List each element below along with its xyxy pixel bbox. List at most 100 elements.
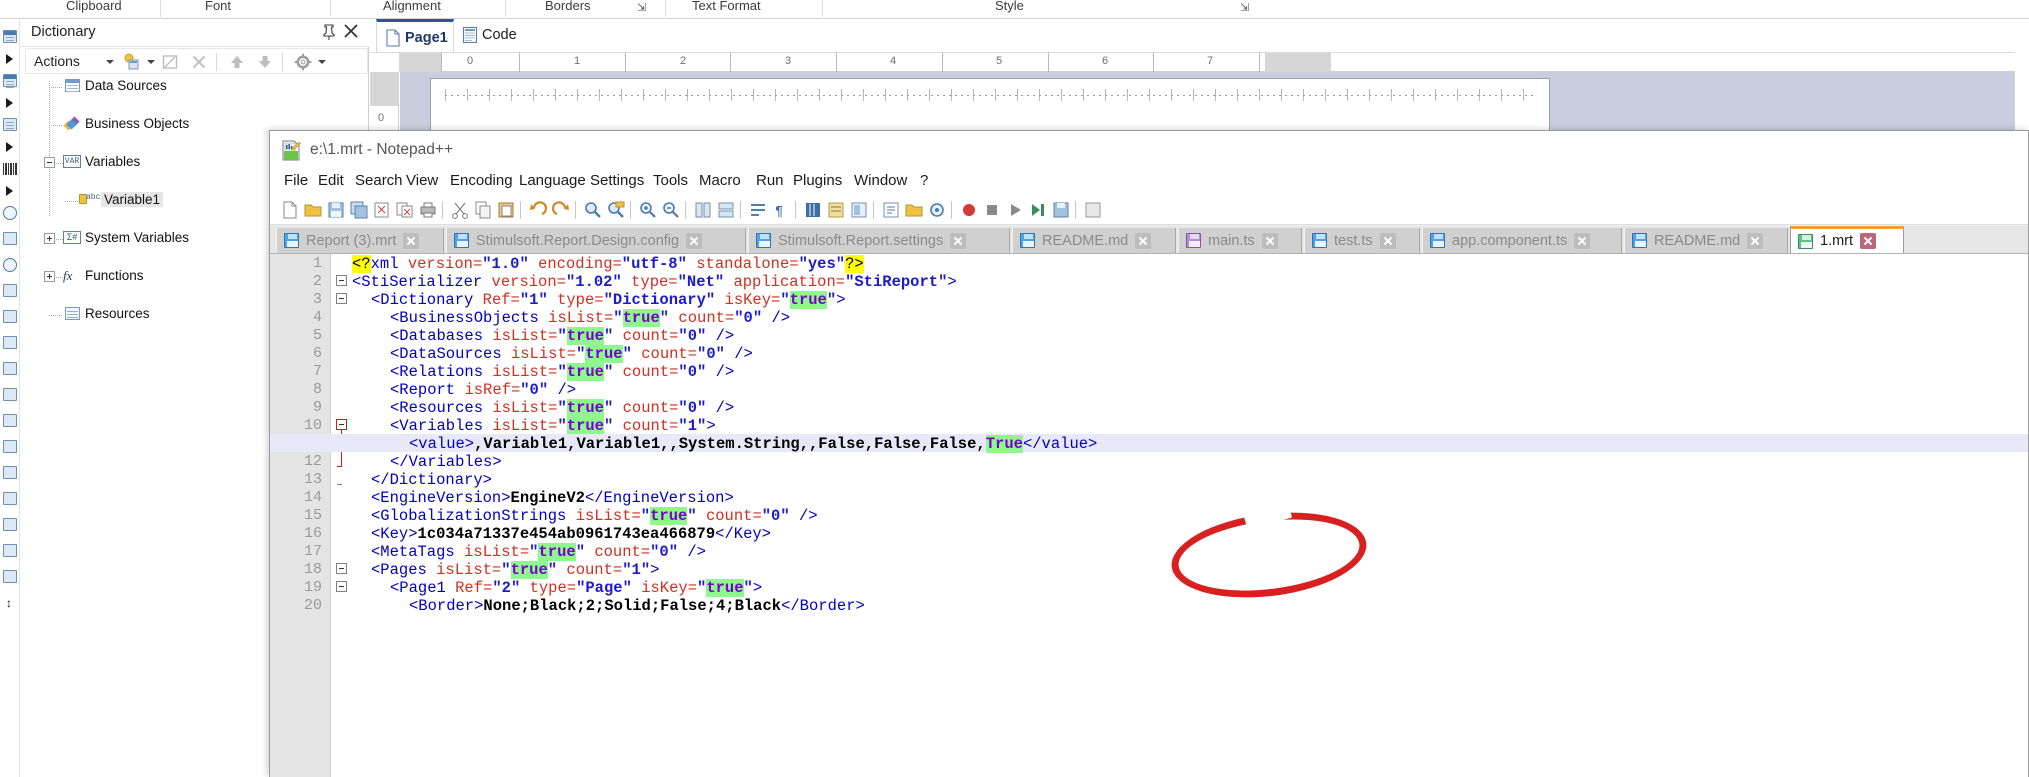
expand-group-3-icon[interactable] [2,139,18,155]
hierarchical-band-icon[interactable] [2,543,18,559]
find-icon[interactable] [583,200,603,220]
expand-group-4-icon[interactable] [2,183,18,199]
new-file-icon[interactable] [280,200,300,220]
tab-page1[interactable]: Page1 [376,19,454,52]
image-icon[interactable] [2,309,18,325]
chart-icon[interactable] [2,231,18,247]
menu-macro[interactable]: Macro [699,172,741,189]
show-all-chars-icon[interactable]: ¶ [771,200,791,220]
table-icon[interactable] [2,413,18,429]
menu-edit[interactable]: Edit [318,172,344,189]
barcode-icon[interactable] [2,161,18,177]
tree-item-data-sources[interactable]: Data Sources [21,77,369,96]
zipcode-icon[interactable] [2,465,18,481]
expand-system-variables-icon[interactable] [44,233,55,244]
fold-margin[interactable] [330,254,352,777]
play-multiple-macro-icon[interactable] [1028,200,1048,220]
close-file-icon[interactable] [372,200,392,220]
rich-text-icon[interactable] [2,117,18,133]
menu-help[interactable]: ? [920,172,928,189]
undo-icon[interactable] [528,200,548,220]
tab-code[interactable]: Code [456,19,526,52]
menu-tools[interactable]: Tools [653,172,688,189]
close-all-icon[interactable] [395,200,415,220]
data-band-icon[interactable] [2,73,18,89]
doc-tab-test-ts[interactable]: test.ts [1304,228,1420,253]
redo-icon[interactable] [551,200,571,220]
paste-icon[interactable] [496,200,516,220]
new-item-icon[interactable] [123,53,141,71]
notepad-titlebar[interactable]: e:\1.mrt - Notepad++ [270,131,2028,169]
expand-group-2-icon[interactable] [2,95,18,111]
fold-collapse-icon[interactable] [336,563,347,574]
close-icon[interactable] [1574,232,1591,249]
indent-guide-icon[interactable] [803,200,823,220]
cross-tab-icon[interactable] [2,517,18,533]
menu-settings[interactable]: Settings [590,172,644,189]
open-file-icon[interactable] [303,200,323,220]
menu-view[interactable]: View [406,172,438,189]
actions-chevron-down-icon[interactable] [106,60,114,64]
stop-macro-icon[interactable] [982,200,1002,220]
menu-file[interactable]: File [284,172,308,189]
notepad-editor[interactable]: 1234567891011121314151617181920 <?xml ve… [270,254,2028,777]
close-icon[interactable] [1135,232,1152,249]
sync-scroll-h-icon[interactable] [716,200,736,220]
play-macro-icon[interactable] [1005,200,1025,220]
shape-ellipse-icon[interactable] [2,205,18,221]
gauge-icon[interactable] [2,257,18,273]
resize-handle-icon[interactable]: ↕ [2,595,18,611]
map-icon[interactable] [2,283,18,299]
new-item-chevron-down-icon[interactable] [147,60,155,64]
doc-tab-readme-md-2[interactable]: README.md [1624,228,1788,253]
close-icon[interactable] [342,22,360,40]
func-list-icon[interactable] [881,200,901,220]
menu-search[interactable]: Search [355,172,403,189]
subreport-icon[interactable] [2,387,18,403]
record-macro-icon[interactable] [959,200,979,220]
menu-window[interactable]: Window [854,172,907,189]
close-icon[interactable] [1261,232,1278,249]
run-icon[interactable] [1083,200,1103,220]
fold-collapse-icon[interactable] [336,581,347,592]
horizontal-ruler[interactable]: 0 1 2 3 4 5 6 7 [399,53,2029,72]
doc-tab-report3-mrt[interactable]: Report (3).mrt [276,228,444,253]
close-icon[interactable] [1379,232,1396,249]
doc-tab-app-component-ts[interactable]: app.component.ts [1422,228,1622,253]
fold-collapse-icon[interactable] [336,275,347,286]
checkbox-icon[interactable] [2,439,18,455]
borders-dialog-launcher-icon[interactable]: ⇲ [637,1,646,14]
close-icon[interactable] [1860,233,1877,249]
doc-map-icon[interactable] [849,200,869,220]
shape-icon[interactable] [2,335,18,351]
cut-icon[interactable] [450,200,470,220]
text-component-icon[interactable] [2,29,18,45]
word-wrap-icon[interactable] [748,200,768,220]
clone-container-icon[interactable] [2,569,18,585]
print-icon[interactable] [418,200,438,220]
folder-workspace-icon[interactable] [904,200,924,220]
user-lang-icon[interactable] [826,200,846,220]
expand-functions-icon[interactable] [44,271,55,282]
style-dialog-launcher-icon[interactable]: ⇲ [1240,1,1249,14]
collapse-variables-icon[interactable] [44,157,55,168]
gear-icon[interactable] [294,53,312,71]
menu-run[interactable]: Run [756,172,784,189]
settings-chevron-down-icon[interactable] [318,60,326,64]
replace-icon[interactable] [606,200,626,220]
doc-tab-stimulsoft-report-design-config[interactable]: Stimulsoft.Report.Design.config [446,228,746,253]
panel-icon[interactable] [2,361,18,377]
code-text-area[interactable]: <?xml version="1.0" encoding="utf-8" sta… [270,254,2028,777]
expand-group-1-icon[interactable] [2,51,18,67]
close-icon[interactable] [686,232,703,249]
fold-collapse-icon[interactable] [336,293,347,304]
copy-icon[interactable] [473,200,493,220]
save-all-icon[interactable] [349,200,369,220]
actions-button[interactable]: Actions [34,53,80,69]
sparkline-icon[interactable] [2,491,18,507]
doc-tab-readme-md-1[interactable]: README.md [1012,228,1176,253]
close-icon[interactable] [950,232,967,249]
save-icon[interactable] [326,200,346,220]
sync-scroll-v-icon[interactable] [693,200,713,220]
save-macro-icon[interactable] [1051,200,1071,220]
